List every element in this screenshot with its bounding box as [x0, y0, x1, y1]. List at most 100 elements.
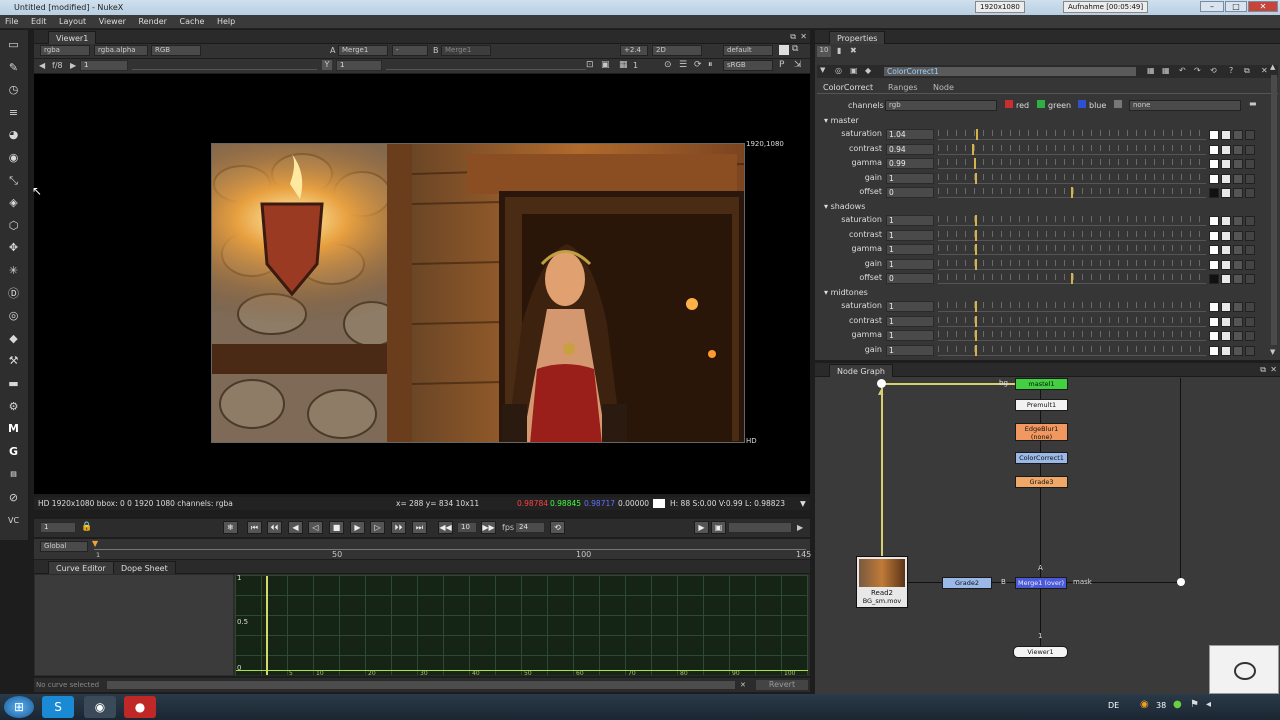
gain-input[interactable]: 1	[886, 258, 934, 270]
timeline[interactable]: Global ▼ 1 50 100 145	[34, 539, 811, 559]
scroll-down-icon[interactable]: ▼	[1270, 348, 1275, 356]
keyer-icon[interactable]: ⤡	[5, 172, 22, 189]
settings-icon[interactable]: ❄	[223, 521, 238, 534]
channel-split-button[interactable]	[1233, 302, 1243, 312]
animation-button[interactable]	[1245, 345, 1255, 356]
saturation-slider[interactable]	[938, 215, 1206, 226]
channel-split-button[interactable]	[1233, 144, 1243, 155]
extra-channel-select[interactable]: none	[1129, 100, 1241, 111]
gain-slider[interactable]	[132, 60, 317, 70]
slider-knob[interactable]	[975, 315, 977, 327]
step-back-button[interactable]: ◀	[288, 521, 303, 534]
menu-render[interactable]: Render	[133, 15, 171, 29]
metadata-icon[interactable]: ◆	[5, 330, 22, 347]
color-wheel-button[interactable]	[1221, 230, 1231, 241]
deep-icon[interactable]: Ⓓ	[5, 285, 22, 302]
color-swatch-button[interactable]	[1209, 331, 1219, 342]
gamma-slider[interactable]	[938, 244, 1206, 256]
gain-slider[interactable]	[938, 344, 1206, 356]
transform-icon[interactable]: ✥	[5, 239, 22, 256]
view-mode-dropdown[interactable]: 2D	[652, 45, 702, 56]
tab-ranges[interactable]: Ranges	[888, 83, 918, 92]
node-premult1[interactable]: Premult1	[1015, 399, 1068, 411]
gain-input[interactable]: 1	[886, 344, 934, 356]
lock-icon[interactable]: ⇲	[794, 60, 802, 70]
m-plugin-icon[interactable]: M	[5, 420, 22, 437]
plugins-icon[interactable]: ⚙	[5, 398, 22, 415]
color-swatch-button[interactable]	[1209, 144, 1219, 155]
g-plugin-icon[interactable]: G	[5, 443, 22, 460]
image-icon[interactable]: ▭	[5, 36, 22, 53]
maximize-button[interactable]: □	[1225, 1, 1247, 12]
expand-icon[interactable]: ▶	[797, 523, 803, 532]
color-swatch-button[interactable]	[1209, 259, 1219, 270]
color-swatch-button[interactable]	[1209, 230, 1219, 241]
node-merge1[interactable]: Merge1 (over)	[1015, 577, 1067, 589]
gain-slider[interactable]	[938, 258, 1206, 270]
animation-button[interactable]	[1245, 188, 1255, 199]
menu-edit[interactable]: Edit	[26, 15, 52, 29]
slider-knob[interactable]	[975, 244, 977, 256]
region-icon[interactable]: ⊡	[586, 60, 594, 70]
slider-knob[interactable]	[975, 229, 977, 241]
color-swatch-button[interactable]	[1209, 345, 1219, 356]
animation-button[interactable]	[1245, 159, 1255, 170]
menu-viewer[interactable]: Viewer	[94, 15, 131, 29]
increment-field[interactable]: 10	[457, 522, 477, 533]
next-fstop-icon[interactable]: ▶	[70, 61, 76, 70]
navigator-thumbnail[interactable]	[1209, 645, 1279, 694]
saturation-slider[interactable]	[938, 301, 1206, 312]
section-master[interactable]: ▾ master	[824, 116, 859, 125]
dot-node[interactable]	[877, 379, 886, 388]
offset-slider[interactable]	[938, 187, 1206, 199]
gain-slider[interactable]	[938, 172, 1206, 184]
node-grade2[interactable]: Grade2	[942, 577, 992, 589]
revert-icon[interactable]: ⟲	[1210, 66, 1217, 75]
offset-input[interactable]: 0	[886, 187, 934, 199]
ofx-icon[interactable]: ⊘	[5, 489, 22, 506]
color-swatch-button[interactable]	[1209, 130, 1219, 140]
vc-icon[interactable]: VC	[5, 512, 22, 529]
color-wheel-button[interactable]	[1221, 159, 1231, 170]
furnace-icon[interactable]: ▤	[5, 466, 22, 483]
undo-icon[interactable]: ↶	[1179, 66, 1186, 75]
animation-button[interactable]	[1245, 144, 1255, 155]
tab-curve-editor[interactable]: Curve Editor	[48, 561, 114, 574]
float-node-icon[interactable]: ▣	[850, 66, 858, 75]
color-swatch-button[interactable]	[1209, 274, 1219, 285]
tab-dope-sheet[interactable]: Dope Sheet	[113, 561, 176, 574]
roi-icon[interactable]: ▣	[601, 60, 610, 70]
range-field[interactable]	[728, 522, 792, 533]
close-pane-icon[interactable]: ✕	[800, 32, 807, 41]
slider-knob[interactable]	[975, 215, 977, 226]
proxy-value[interactable]: 1	[633, 61, 638, 70]
contrast-slider[interactable]	[938, 229, 1206, 241]
section-shadows[interactable]: ▾ shadows	[824, 202, 865, 211]
gain-field[interactable]: +2.4	[620, 45, 648, 56]
section-midtones[interactable]: ▾ midtones	[824, 288, 868, 297]
help-icon[interactable]: ?	[1229, 66, 1233, 75]
node-grade3[interactable]: Grade3	[1015, 476, 1068, 488]
menu-help[interactable]: Help	[212, 15, 240, 29]
forward-increment-button[interactable]: ▶▶	[481, 521, 496, 534]
stop-button[interactable]: ■	[329, 521, 344, 534]
animation-button[interactable]	[1245, 331, 1255, 342]
gain-input[interactable]: 1	[80, 60, 128, 71]
scroll-up-icon[interactable]: ▲	[1270, 63, 1275, 71]
time-icon[interactable]: ◷	[5, 81, 22, 98]
channel-split-button[interactable]	[1233, 230, 1243, 241]
pause-icon[interactable]: ⏸	[708, 60, 713, 70]
collapse-icon[interactable]: ▼	[820, 66, 825, 74]
color-swatch-button[interactable]	[1209, 302, 1219, 312]
color-icon[interactable]: ◕	[5, 126, 22, 143]
channel-split-button[interactable]	[1233, 173, 1243, 184]
node-viewer1[interactable]: Viewer1	[1013, 646, 1068, 658]
channels-select[interactable]: rgb	[885, 100, 997, 111]
timeline-track[interactable]	[94, 549, 806, 550]
animation-button[interactable]	[1245, 230, 1255, 241]
blue-checkbox[interactable]	[1078, 100, 1086, 108]
remove-icon[interactable]: ▬	[1249, 99, 1257, 108]
render-button[interactable]: ▣	[711, 521, 726, 534]
close-button[interactable]: ✕	[1248, 1, 1278, 12]
channels-dropdown[interactable]: rgba	[40, 45, 90, 56]
